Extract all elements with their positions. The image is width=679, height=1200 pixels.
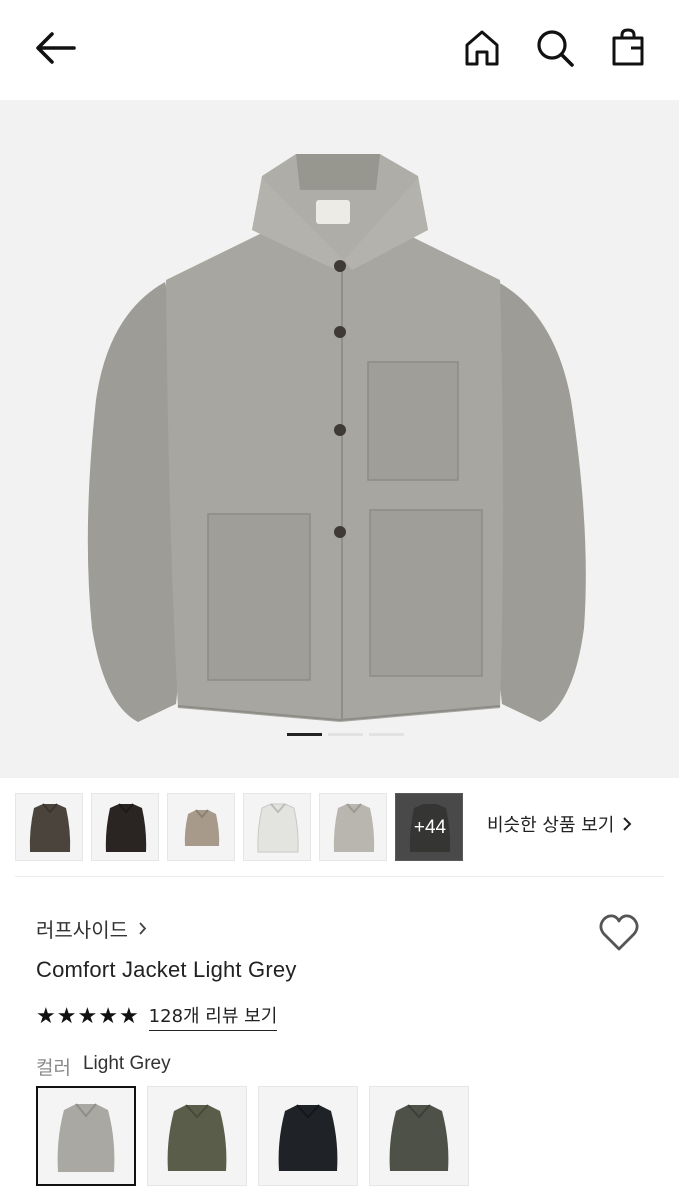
product-image-gallery[interactable] [0,100,679,778]
thumbnail-item[interactable] [91,793,159,861]
top-bar [0,0,679,100]
brand-name: 러프사이드 [36,918,128,942]
chevron-right-icon [139,922,147,935]
jacket-thumbnail-image [333,803,375,852]
similar-products-link[interactable]: 비슷한 상품 보기 [487,811,632,837]
pager-dot-active [287,733,322,736]
reviews-link[interactable]: 128개 리뷰 보기 [148,1002,278,1031]
similar-products-label: 비슷한 상품 보기 [487,815,615,836]
color-swatch-navy[interactable] [258,1086,358,1186]
gallery-pager [287,733,404,736]
color-swatches [36,1086,469,1186]
star-icon: ★ [56,1003,77,1029]
section-divider [15,876,664,877]
thumbnail-item[interactable] [319,793,387,861]
arrow-left-icon[interactable] [30,28,80,68]
jacket-swatch-image [167,1104,227,1171]
more-count-label: +44 [396,794,462,860]
star-icon: ★ [36,1003,56,1029]
star-rating: ★ ★ ★ ★ ★ [36,1003,139,1029]
search-icon[interactable] [533,26,577,70]
color-swatch-dark-olive[interactable] [369,1086,469,1186]
pager-dot [328,733,363,736]
thumbnail-item[interactable] [243,793,311,861]
jacket-swatch-image [389,1104,449,1171]
jacket-thumbnail-image [184,809,220,846]
jacket-thumbnail-image [105,803,147,852]
color-swatch-light-grey[interactable] [36,1086,136,1186]
thumbnail-item[interactable] [15,793,83,861]
brand-link[interactable]: 러프사이드 [36,914,147,943]
product-title: Comfort Jacket Light Grey [36,957,297,982]
color-label: 컬러 [36,1057,71,1079]
jacket-swatch-image [57,1103,115,1172]
color-swatch-olive[interactable] [147,1086,247,1186]
chevron-right-icon [623,817,632,831]
selected-color-value: Light Grey [82,1053,171,1074]
thumbnail-more[interactable]: +44 [395,793,463,861]
similar-products-thumbnails: +44 [15,793,463,861]
color-option-row: 컬러 Light Grey [36,1053,171,1080]
thumbnail-item[interactable] [167,793,235,861]
jacket-swatch-image [278,1104,338,1171]
rating-row: ★ ★ ★ ★ ★ 128개 리뷰 보기 [36,1002,278,1031]
shopping-bag-icon[interactable] [606,26,650,70]
jacket-thumbnail-image [29,803,71,852]
product-main-image [87,154,586,722]
pager-dot [369,733,404,736]
star-icon: ★ [77,1003,98,1029]
heart-icon[interactable] [597,912,641,954]
home-icon[interactable] [461,26,503,70]
star-icon: ★ [98,1003,118,1029]
jacket-thumbnail-image [257,803,299,853]
star-icon: ★ [118,1003,139,1029]
